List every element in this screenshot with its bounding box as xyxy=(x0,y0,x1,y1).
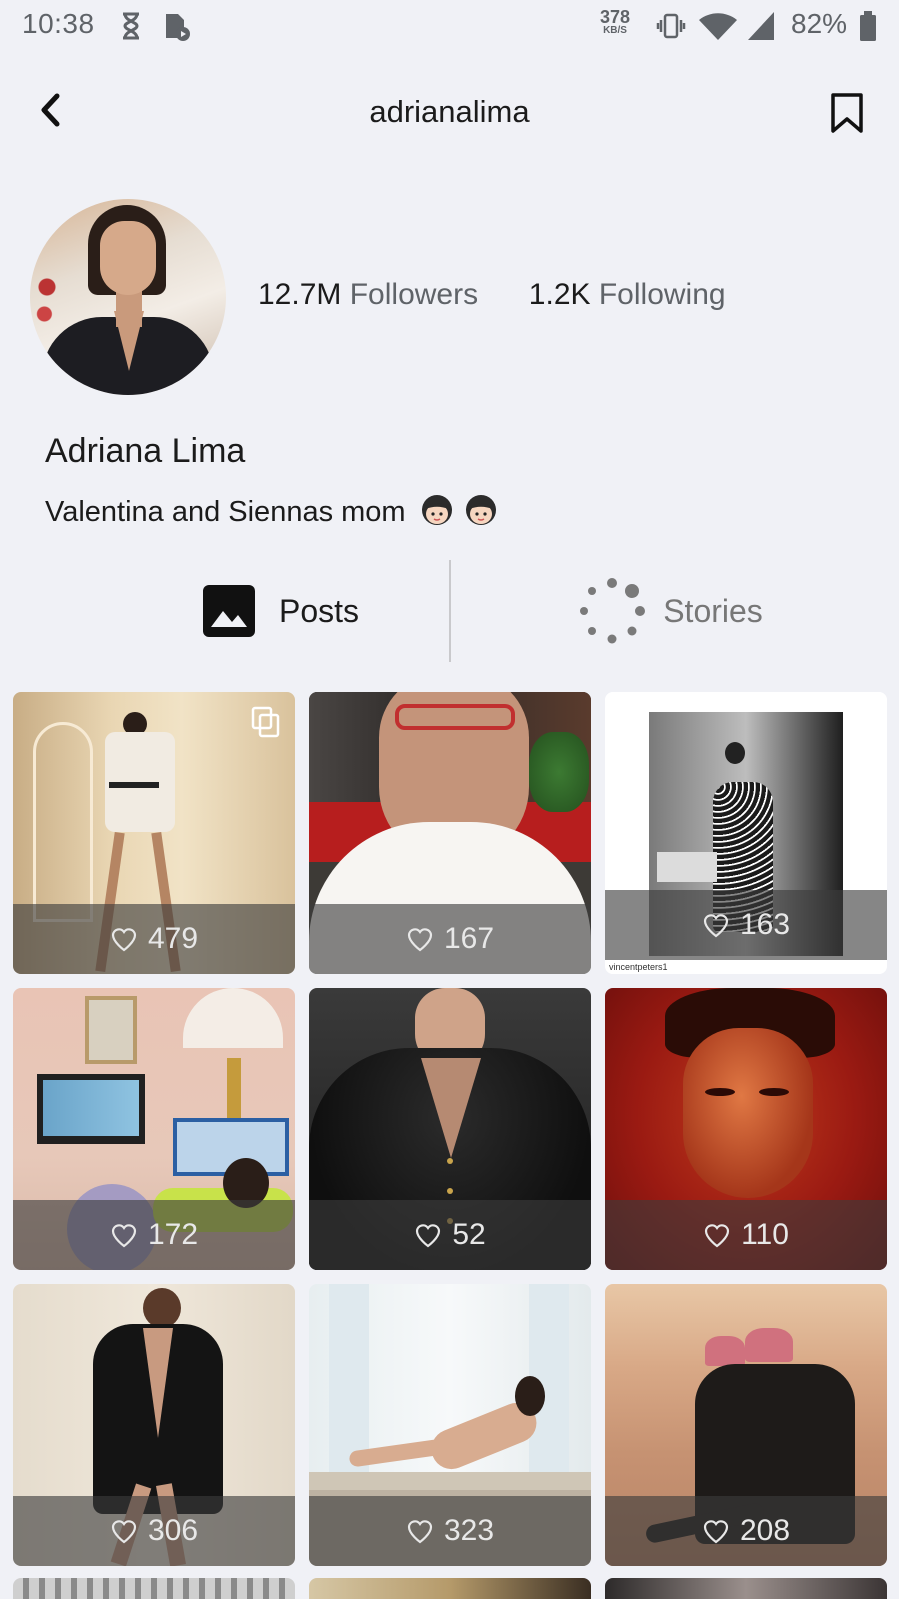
likes-overlay: 208 xyxy=(605,1496,887,1566)
likes-overlay: 110 xyxy=(605,1200,887,1270)
following-count: 1.2K xyxy=(528,278,591,311)
post-tile[interactable]: 208 xyxy=(605,1284,887,1566)
vibrate-icon xyxy=(656,13,686,39)
status-bar: 10:38 378 KB/S 82% xyxy=(0,0,899,52)
heart-icon xyxy=(703,1520,729,1544)
image-icon xyxy=(202,585,255,637)
heart-icon xyxy=(111,1520,137,1544)
profile-tabs: Posts Stories xyxy=(0,560,899,662)
likes-count: 110 xyxy=(741,1218,789,1251)
avatar[interactable] xyxy=(30,199,226,395)
post-tile[interactable]: 172 xyxy=(13,988,295,1270)
heart-icon xyxy=(407,1520,433,1544)
likes-count: 306 xyxy=(147,1514,199,1547)
page-title: adrianalima xyxy=(369,94,530,129)
post-tile[interactable]: vincentpeters1 163 xyxy=(605,692,887,974)
bookmark-button[interactable] xyxy=(820,88,874,138)
heart-icon xyxy=(111,1224,137,1248)
tab-posts[interactable]: Posts xyxy=(120,560,440,662)
post-tile[interactable]: 306 xyxy=(13,1284,295,1566)
likes-count: 172 xyxy=(147,1218,199,1251)
post-tile[interactable]: 479 xyxy=(13,692,295,974)
likes-overlay: 306 xyxy=(13,1496,295,1566)
post-tile[interactable] xyxy=(605,1578,887,1599)
post-tile[interactable] xyxy=(13,1578,295,1599)
post-tile[interactable]: 52 xyxy=(309,988,591,1270)
likes-overlay: 172 xyxy=(13,1200,295,1270)
likes-count: 208 xyxy=(739,1514,791,1547)
post-tile[interactable]: 110 xyxy=(605,988,887,1270)
likes-overlay: 163 xyxy=(605,890,887,960)
following-stat[interactable]: 1.2K Following xyxy=(529,278,726,311)
heart-icon xyxy=(407,928,433,952)
likes-count: 323 xyxy=(443,1514,495,1547)
likes-overlay: 52 xyxy=(309,1200,591,1270)
loading-dots-icon xyxy=(580,578,646,644)
signal-icon xyxy=(748,12,774,40)
status-time: 10:38 xyxy=(22,8,95,39)
tab-posts-label: Posts xyxy=(278,592,360,629)
network-speed: 378 KB/S xyxy=(600,7,631,36)
heart-icon xyxy=(416,1224,441,1248)
likes-count: 479 xyxy=(147,922,199,955)
following-label: Following xyxy=(598,278,726,311)
followers-stat[interactable]: 12.7M Followers xyxy=(258,278,486,311)
heart-icon xyxy=(704,1224,730,1248)
followers-count: 12.7M xyxy=(258,278,342,311)
girl-emoji-icon xyxy=(465,495,496,525)
post-tile[interactable] xyxy=(309,1578,591,1599)
multiple-images-icon xyxy=(251,706,280,738)
tab-stories[interactable]: Stories xyxy=(450,560,890,662)
post-tile[interactable]: 323 xyxy=(309,1284,591,1566)
bio-text: Valentina and Siennas mom xyxy=(45,496,406,528)
bookmark-icon xyxy=(831,93,863,133)
post-tile[interactable]: 167 xyxy=(309,692,591,974)
heart-icon xyxy=(111,928,137,952)
profile-stats: 12.7M Followers 1.2K Following xyxy=(258,278,726,312)
followers-label: Followers xyxy=(349,278,479,311)
likes-count: 52 xyxy=(452,1218,486,1251)
battery-icon xyxy=(860,11,876,41)
profile-bio: Valentina and Siennas mom xyxy=(45,493,498,529)
likes-overlay: 479 xyxy=(13,904,295,974)
battery-percent: 82% xyxy=(791,8,848,39)
tab-stories-label: Stories xyxy=(663,592,763,629)
hourglass-icon xyxy=(123,12,139,40)
likes-count: 163 xyxy=(739,908,791,941)
photo-credit: vincentpeters1 xyxy=(609,962,668,972)
profile-name: Adriana Lima xyxy=(45,432,246,470)
heart-icon xyxy=(703,914,729,938)
wifi-icon xyxy=(699,13,737,40)
likes-overlay: 167 xyxy=(309,904,591,974)
likes-overlay: 323 xyxy=(309,1496,591,1566)
likes-count: 167 xyxy=(443,922,495,955)
girl-emoji-icon xyxy=(421,495,452,525)
app-notification-icon xyxy=(166,14,190,41)
